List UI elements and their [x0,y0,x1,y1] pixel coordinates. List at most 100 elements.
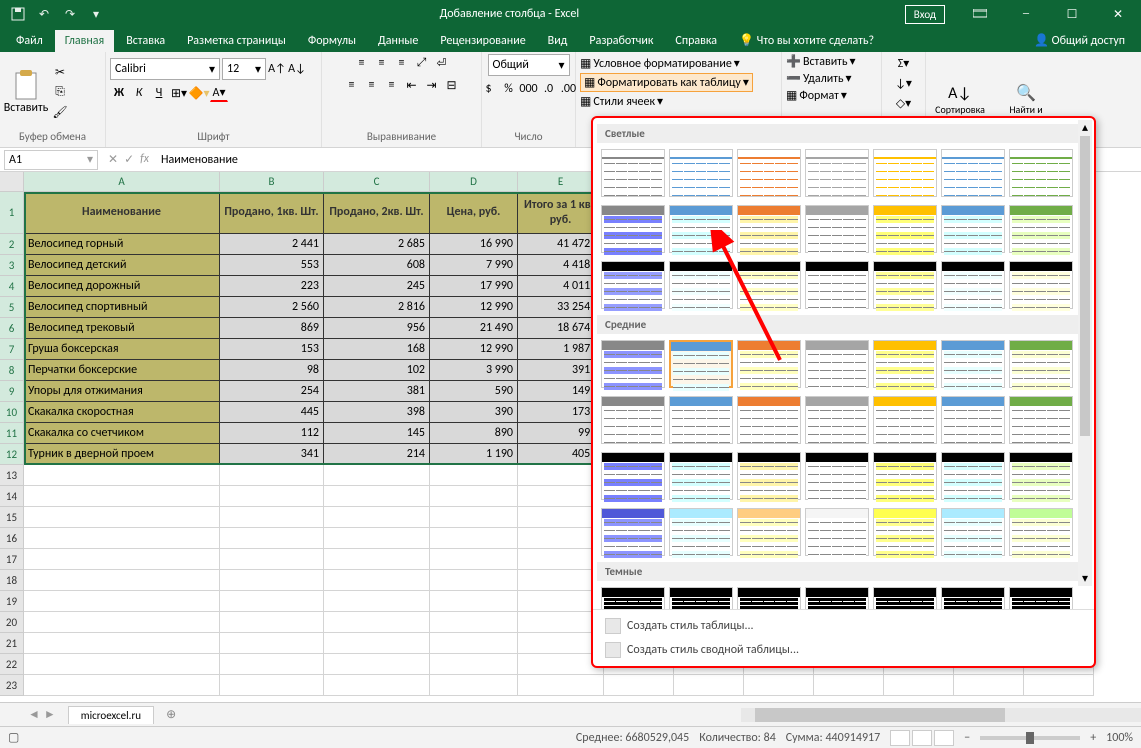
row-header[interactable]: 11 [0,423,24,444]
decrease-decimal-icon[interactable]: .00 [560,80,578,98]
cell[interactable] [24,633,220,654]
cell[interactable] [884,675,954,696]
table-style-option[interactable] [873,149,937,197]
table-style-option[interactable] [941,340,1005,388]
table-cell[interactable]: 12 990 [430,339,518,360]
increase-font-icon[interactable]: A↑ [268,60,286,78]
table-cell[interactable]: 153 [220,339,324,360]
cell[interactable] [24,465,220,486]
cell[interactable] [220,591,324,612]
zoom-slider[interactable] [980,736,1080,740]
table-style-option[interactable] [805,149,869,197]
autosum-icon[interactable]: Σ▾ [895,54,913,72]
table-cell[interactable]: 2 816 [324,297,430,318]
cell[interactable] [324,507,430,528]
cell[interactable] [674,675,744,696]
cell[interactable] [954,675,1024,696]
table-cell[interactable]: 590 [430,381,518,402]
gallery-scrollbar[interactable]: ▴ ▾ [1078,120,1092,586]
format-cells-button[interactable]: ▦ Формат▾ [786,88,847,103]
table-cell[interactable]: 245 [324,276,430,297]
cell[interactable] [324,633,430,654]
table-cell[interactable]: 445 [220,402,324,423]
font-size-selector[interactable]: 12 ▾ [222,58,266,80]
cell[interactable] [430,549,518,570]
table-style-option[interactable] [873,205,937,253]
table-style-option[interactable] [601,587,665,609]
table-style-option[interactable] [805,340,869,388]
table-cell[interactable]: 3 990 [430,360,518,381]
table-style-option[interactable] [669,587,733,609]
table-header-cell[interactable]: Цена, руб. [430,192,518,234]
increase-indent-icon[interactable]: ⇥ [423,76,441,94]
cell[interactable] [220,654,324,675]
fill-color-icon[interactable]: 🔶▾ [190,84,208,102]
cell[interactable] [24,528,220,549]
cell[interactable] [430,570,518,591]
table-style-option[interactable] [1009,340,1073,388]
row-header[interactable]: 20 [0,612,24,633]
table-style-option[interactable] [941,261,1005,309]
table-style-option[interactable] [601,340,665,388]
table-style-option[interactable] [805,261,869,309]
cell[interactable] [324,654,430,675]
row-header[interactable]: 21 [0,633,24,654]
table-cell[interactable]: Велосипед дорожный [24,276,220,297]
cell[interactable] [324,675,430,696]
column-header[interactable]: D [430,172,518,192]
table-cell[interactable]: Велосипед горный [24,234,220,255]
page-break-view-icon[interactable] [934,730,954,746]
table-style-option[interactable] [941,587,1005,609]
cell[interactable] [518,675,604,696]
cell[interactable] [220,507,324,528]
table-style-option[interactable] [805,205,869,253]
row-header[interactable]: 7 [0,339,24,360]
table-cell[interactable]: 2 441 [220,234,324,255]
table-header-cell[interactable]: Наименование [24,192,220,234]
align-middle-icon[interactable]: ≡ [373,54,391,72]
tab-help[interactable]: Справка [665,30,727,52]
format-painter-icon[interactable]: 🖌 [51,103,69,121]
undo-icon[interactable]: ↶ [32,2,56,26]
cell-styles-button[interactable]: ▦ Стили ячеек▾ [580,94,663,109]
table-style-option[interactable] [669,396,733,444]
insert-cells-button[interactable]: ➕ Вставить▾ [786,54,856,69]
cell[interactable] [744,675,814,696]
row-header[interactable]: 1 [0,192,24,234]
row-header[interactable]: 4 [0,276,24,297]
borders-icon[interactable]: ⊞▾ [170,84,188,102]
conditional-formatting-button[interactable]: ▦ Условное форматирование▾ [580,56,740,71]
cell[interactable] [24,507,220,528]
table-cell[interactable]: 398 [324,402,430,423]
zoom-out-icon[interactable]: − [964,731,970,745]
cell[interactable] [324,528,430,549]
cell[interactable] [430,507,518,528]
save-icon[interactable] [6,2,30,26]
cell[interactable] [430,633,518,654]
row-header[interactable]: 5 [0,297,24,318]
copy-icon[interactable]: ⎘ [51,83,69,101]
row-header[interactable]: 14 [0,486,24,507]
table-style-option[interactable] [737,205,801,253]
sign-in-button[interactable]: Вход [905,5,945,24]
table-cell[interactable]: 869 [220,318,324,339]
table-style-option[interactable] [873,261,937,309]
row-header[interactable]: 22 [0,654,24,675]
tab-home[interactable]: Главная [55,30,114,52]
tab-review[interactable]: Рецензирование [430,30,535,52]
decrease-indent-icon[interactable]: ⇤ [403,76,421,94]
cell[interactable] [430,486,518,507]
cell[interactable] [220,486,324,507]
merge-icon[interactable]: ⊟ [443,76,461,94]
table-style-option[interactable] [669,508,733,556]
cell[interactable] [324,612,430,633]
tab-insert[interactable]: Вставка [116,30,175,52]
cell[interactable] [430,675,518,696]
increase-decimal-icon[interactable]: .0 [540,80,558,98]
cell[interactable] [220,528,324,549]
cancel-formula-icon[interactable]: ✕ [108,152,118,167]
table-cell[interactable]: Груша боксерская [24,339,220,360]
cell[interactable] [220,549,324,570]
table-style-option[interactable] [805,587,869,609]
row-header[interactable]: 15 [0,507,24,528]
